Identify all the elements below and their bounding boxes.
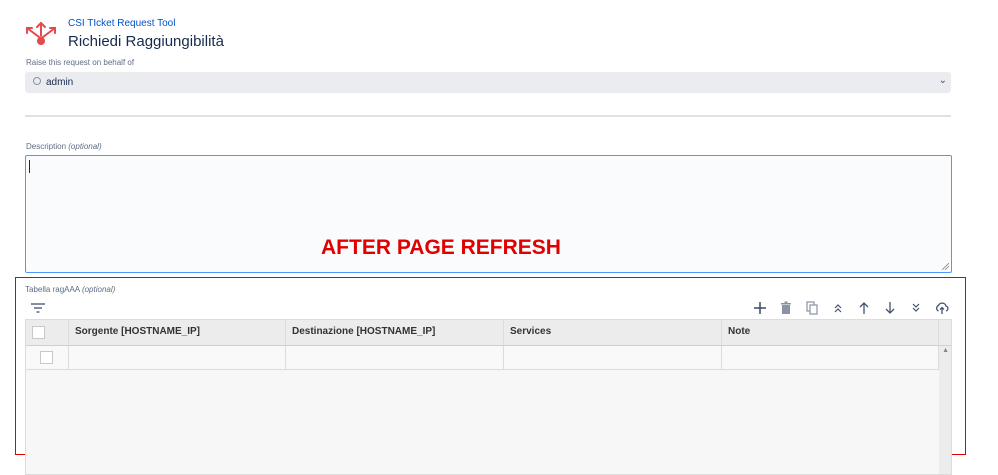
column-header-destinazione[interactable]: Destinazione [HOSTNAME_IP] (286, 320, 504, 345)
select-all-checkbox[interactable] (32, 326, 45, 339)
header-select-cell (26, 320, 69, 345)
filter-icon[interactable] (31, 303, 45, 313)
behalf-value: admin (46, 77, 74, 88)
app-logo-icon (26, 21, 56, 45)
move-down-icon[interactable] (882, 300, 898, 316)
behalf-select[interactable]: admin ⌄ (25, 72, 951, 93)
cell-destinazione[interactable] (286, 346, 504, 369)
description-label-text: Description (26, 142, 67, 151)
page-title: Richiedi Raggiungibilità (68, 33, 224, 50)
chevron-down-icon: ⌄ (938, 75, 947, 86)
divider (25, 115, 951, 117)
row-checkbox[interactable] (40, 351, 53, 364)
column-header-label: Sorgente [HOSTNAME_IP] (75, 326, 201, 337)
table-label: Tabella ragAAA (optional) (25, 285, 115, 294)
copy-icon[interactable] (804, 300, 820, 316)
tool-name-link[interactable]: CSI TIcket Request Tool (68, 18, 175, 29)
delete-icon[interactable] (778, 300, 794, 316)
cell-note[interactable] (722, 346, 939, 369)
description-optional: (optional) (68, 142, 102, 151)
column-header-label: Services (510, 326, 552, 337)
resize-grip-icon[interactable] (942, 263, 949, 270)
move-bottom-icon[interactable] (908, 300, 924, 316)
move-up-icon[interactable] (856, 300, 872, 316)
scroll-up-arrow-icon[interactable]: ▲ (942, 347, 949, 354)
table-row (26, 346, 939, 370)
behalf-label: Raise this request on behalf of (26, 58, 135, 67)
add-icon[interactable] (752, 300, 768, 316)
row-select-cell (26, 346, 69, 369)
grid-scrollbar[interactable] (939, 346, 951, 474)
user-avatar-icon (33, 77, 41, 85)
column-header-label: Note (728, 326, 751, 337)
data-grid: Sorgente [HOSTNAME_IP] Destinazione [HOS… (25, 319, 952, 475)
column-header-note[interactable]: Note (722, 320, 939, 345)
table-label-text: Tabella ragAAA (25, 285, 80, 294)
column-header-sorgente[interactable]: Sorgente [HOSTNAME_IP] (69, 320, 286, 345)
cell-services[interactable] (504, 346, 722, 369)
annotation-text: AFTER PAGE REFRESH (321, 236, 561, 259)
description-label: Description (optional) (26, 142, 102, 151)
move-top-icon[interactable] (830, 300, 846, 316)
column-header-label: Destinazione [HOSTNAME_IP] (292, 326, 436, 337)
cell-sorgente[interactable] (69, 346, 286, 369)
grid-header: Sorgente [HOSTNAME_IP] Destinazione [HOS… (26, 320, 951, 346)
upload-cloud-icon[interactable] (934, 300, 950, 316)
text-caret (29, 160, 30, 173)
table-optional: (optional) (81, 285, 116, 294)
table-toolbar (752, 300, 960, 316)
column-header-services[interactable]: Services (504, 320, 722, 345)
